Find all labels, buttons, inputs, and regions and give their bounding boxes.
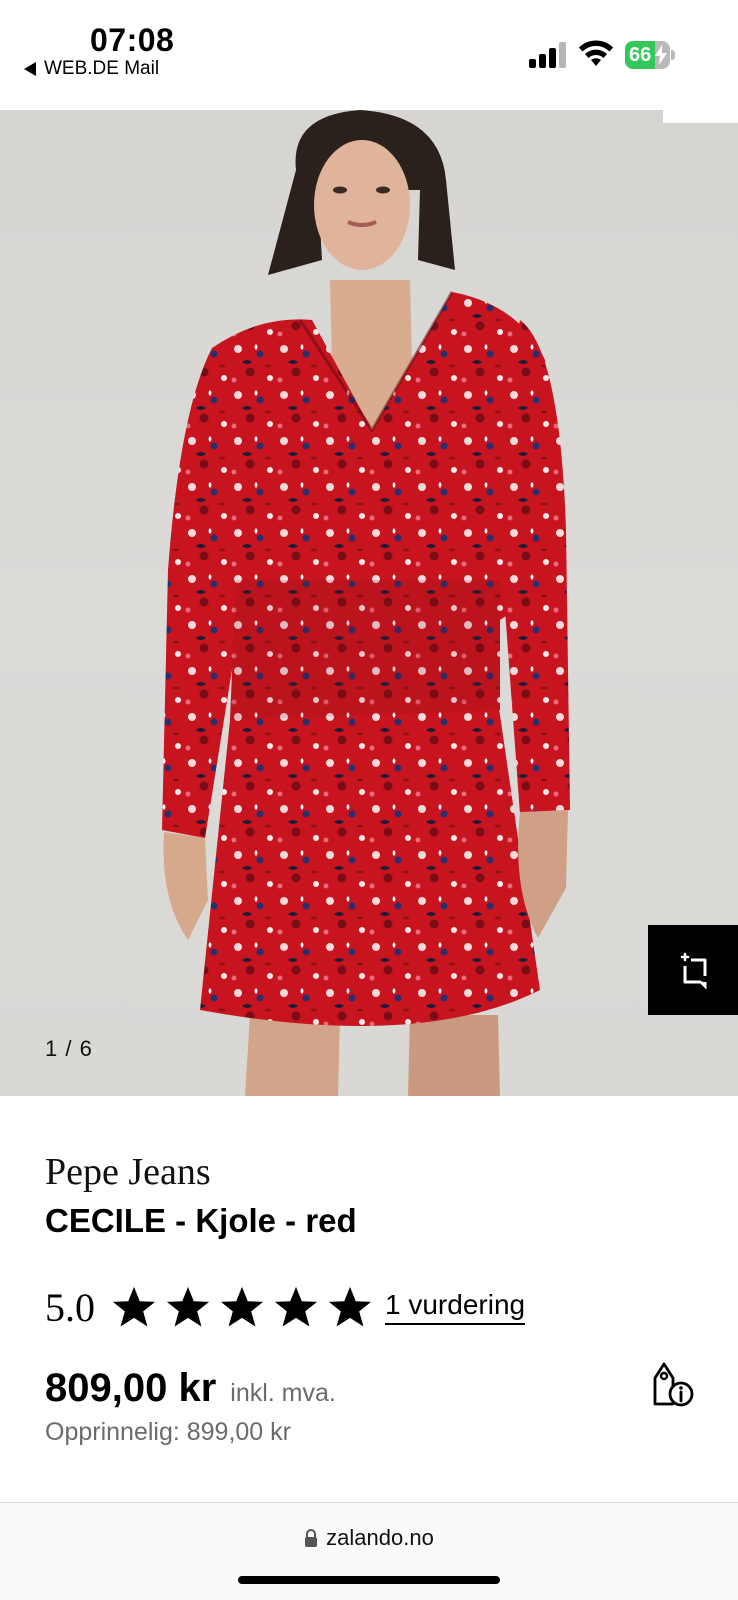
- back-app-label: WEB.DE Mail: [44, 58, 160, 79]
- star-icon: [112, 1286, 156, 1327]
- star-icon: [328, 1286, 372, 1327]
- reviews-link[interactable]: 1 vurdering: [385, 1289, 526, 1325]
- rating-score: 5.0: [45, 1284, 95, 1330]
- home-indicator[interactable]: [238, 1576, 500, 1584]
- browser-address-bar[interactable]: zalando.no: [0, 1502, 738, 1600]
- current-price: 809,00 kr: [45, 1366, 217, 1410]
- wifi-icon: [579, 40, 613, 66]
- status-time: 07:08: [90, 22, 175, 58]
- visual-search-icon: [680, 952, 707, 990]
- star-icon: [274, 1286, 318, 1327]
- rating-stars: [111, 1284, 373, 1330]
- visual-search-button[interactable]: [648, 925, 738, 1015]
- back-arrow-icon: [24, 62, 36, 76]
- battery-charging-icon: 66: [625, 41, 675, 69]
- star-icon: [220, 1286, 264, 1327]
- signal-icon: [529, 42, 566, 68]
- gallery-counter: 1 / 6: [45, 1036, 93, 1061]
- product-image[interactable]: [0, 110, 738, 1096]
- price-tag-info-icon[interactable]: [648, 1360, 694, 1408]
- image-corner-mask: [663, 110, 738, 123]
- status-bar: 07:08 WEB.DE Mail 66: [0, 0, 738, 110]
- original-price: Opprinnelig: 899,00 kr: [45, 1418, 291, 1446]
- rating-row: 5.0 1 vurdering: [45, 1282, 526, 1332]
- product-title: CECILE - Kjole - red: [45, 1202, 357, 1239]
- vat-label: inkl. mva.: [230, 1379, 336, 1407]
- lock-icon: [305, 1529, 318, 1547]
- url-text: zalando.no: [326, 1525, 434, 1550]
- price-row: 809,00 kr inkl. mva.: [45, 1366, 336, 1411]
- product-photo: [162, 110, 570, 1096]
- back-to-app-button[interactable]: WEB.DE Mail: [24, 58, 159, 80]
- product-brand[interactable]: Pepe Jeans: [45, 1150, 211, 1194]
- star-icon: [166, 1286, 210, 1327]
